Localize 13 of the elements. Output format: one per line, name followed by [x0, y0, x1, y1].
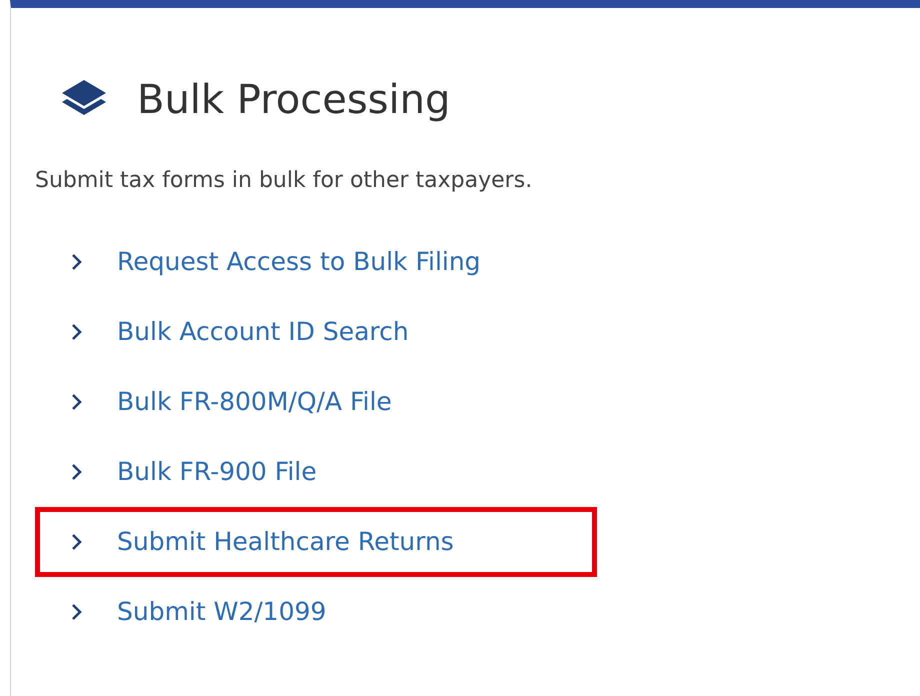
description: Submit tax forms in bulk for other taxpayers.	[35, 167, 534, 195]
page-title: Bulk Processing	[137, 80, 450, 120]
chevron-icon	[71, 323, 83, 341]
bulk-link[interactable]: Bulk FR-800M/Q/A File	[117, 383, 392, 421]
chevron-icon	[71, 603, 83, 621]
chevron-icon	[71, 463, 83, 481]
bulk-link[interactable]: Bulk Account ID Search	[117, 313, 409, 351]
bulk-link[interactable]: Submit W2/1099	[117, 593, 326, 631]
chevron-icon	[71, 253, 83, 271]
bulk-link[interactable]: Bulk FR-900 File	[117, 453, 317, 491]
chevron-icon	[71, 533, 83, 551]
bulk-link[interactable]: Request Access to Bulk Filing	[117, 243, 481, 281]
chevron-icon	[71, 393, 83, 411]
